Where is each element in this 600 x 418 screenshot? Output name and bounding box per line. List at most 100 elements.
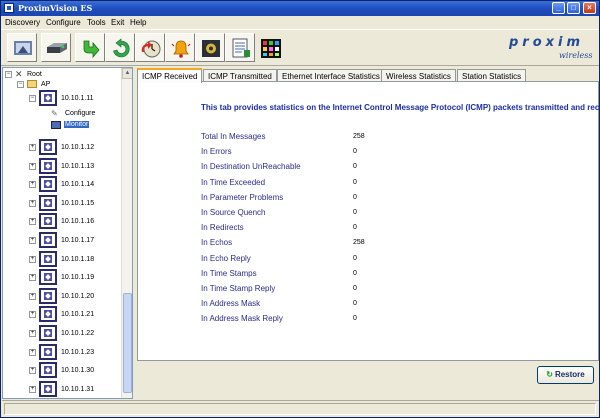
report-icon: [232, 38, 250, 58]
collapse-icon[interactable]: −: [29, 95, 36, 102]
tree-label-device: 10.10.1.12: [61, 144, 95, 151]
expand-icon[interactable]: +: [29, 237, 36, 244]
expand-icon[interactable]: +: [29, 311, 36, 319]
collapse-icon[interactable]: −: [17, 81, 24, 88]
schedule-button[interactable]: [135, 33, 165, 62]
menu-configure[interactable]: Configure: [46, 18, 81, 27]
tree-label-monitor: Monitor: [64, 121, 90, 128]
expand-icon[interactable]: +: [29, 330, 36, 337]
close-icon[interactable]: ×: [583, 2, 596, 14]
restore-label: Restore: [554, 370, 585, 379]
device-icon: [47, 43, 67, 53]
device-tree[interactable]: − ✕ Root − AP − 10.10.1.11 ✎ Configure M…: [2, 67, 133, 399]
expand-icon[interactable]: +: [29, 181, 36, 189]
status-bar: [2, 400, 599, 417]
stat-value: 0: [353, 209, 357, 216]
arrow-icon: [83, 40, 100, 59]
menu-discovery[interactable]: Discovery: [5, 18, 40, 27]
tree-label-device: 10.10.1.17: [61, 237, 95, 244]
scroll-up-icon[interactable]: ▲: [122, 68, 132, 79]
expand-icon[interactable]: +: [29, 385, 36, 393]
menu-exit[interactable]: Exit: [111, 18, 124, 27]
stat-label: Total In Messages: [201, 132, 266, 141]
stat-value: 0: [353, 193, 357, 201]
tree-label-device: 10.10.1.11: [61, 95, 94, 102]
expand-icon[interactable]: +: [29, 144, 36, 151]
minimize-icon[interactable]: _: [552, 2, 565, 14]
stat-label: In Source Quench: [201, 208, 266, 217]
stat-label: In Parameter Problems: [201, 192, 284, 202]
stat-value: 0: [353, 285, 357, 292]
tree-label-device: 10.10.1.13: [61, 162, 95, 170]
main-area: ICMP Received ICMP Transmitted Ethernet In…: [137, 67, 600, 399]
tree-label-device: 10.10.1.15: [61, 199, 95, 207]
tree-label-device: 10.10.1.22: [61, 330, 95, 337]
tree-scrollbar[interactable]: ▲: [121, 68, 132, 398]
stat-label: In Echos: [201, 238, 233, 248]
menu-bar: Discovery Configure Tools Exit Help: [1, 16, 599, 29]
tree-label-device: 10.10.1.30: [61, 367, 95, 375]
tree-label-configure: Configure: [65, 110, 96, 117]
stat-label: In Errors: [201, 147, 232, 157]
tree-label-device: 10.10.1.16: [61, 218, 95, 226]
maximize-icon[interactable]: □: [567, 2, 580, 14]
device-icon: [39, 90, 57, 106]
stat-label: In Time Stamps: [201, 268, 257, 278]
menu-tools[interactable]: Tools: [87, 18, 106, 27]
refresh-icon: [113, 38, 130, 58]
stat-label: In Redirects: [201, 223, 244, 233]
grid-button[interactable]: [255, 33, 285, 62]
device-icon: [39, 176, 57, 193]
restore-button[interactable]: ↻ Restore: [537, 366, 594, 384]
expand-icon[interactable]: +: [29, 292, 36, 300]
stat-value: 0: [353, 224, 357, 232]
stat-label: In Destination UnReachable: [201, 162, 301, 172]
device-icon: [39, 250, 57, 267]
expand-icon[interactable]: +: [29, 218, 36, 226]
tab-strip: ICMP Received ICMP Transmitted Ethernet In…: [137, 68, 599, 83]
device-icon: [39, 362, 57, 379]
expand-icon[interactable]: +: [29, 255, 36, 263]
settings-button[interactable]: [195, 33, 225, 62]
scroll-thumb[interactable]: [123, 293, 132, 393]
alarm-button[interactable]: [165, 33, 195, 62]
tree-label-device: 10.10.1.20: [61, 292, 95, 300]
tree-label-root: Root: [27, 71, 42, 78]
report-button[interactable]: [225, 33, 255, 62]
root-icon: ✕: [15, 69, 23, 79]
stat-value: 0: [353, 315, 357, 323]
discover-icon: [14, 41, 32, 55]
expand-icon[interactable]: +: [29, 348, 36, 356]
stat-value: 0: [353, 300, 357, 308]
device-icon: [39, 325, 57, 341]
monitor-icon: [51, 121, 61, 129]
expand-icon[interactable]: +: [29, 367, 36, 375]
stat-value: 0: [353, 163, 357, 171]
device-icon: [39, 343, 57, 360]
device-icon: [39, 194, 57, 211]
menu-help[interactable]: Help: [130, 18, 146, 27]
collapse-icon[interactable]: −: [5, 71, 12, 78]
device-icon: [39, 232, 57, 248]
app-icon: [4, 3, 14, 13]
grid-icon: [261, 39, 281, 58]
title-bar: ProximVision ES _ □ ×: [1, 1, 599, 16]
settings-icon: [202, 40, 220, 57]
arrow-button[interactable]: [75, 33, 105, 62]
expand-icon[interactable]: +: [29, 162, 36, 170]
refresh-button[interactable]: [105, 33, 135, 62]
proxim-logo: proxim wireless: [509, 35, 595, 63]
discover-button[interactable]: [7, 33, 37, 62]
stat-value: 258: [353, 133, 365, 140]
expand-icon[interactable]: +: [29, 199, 36, 207]
device-button[interactable]: [41, 33, 71, 62]
toolbar: proxim wireless: [1, 29, 599, 66]
tree-label-device: 10.10.1.31: [61, 385, 95, 393]
device-icon: [39, 157, 57, 174]
logo-subtitle: wireless: [559, 51, 593, 60]
expand-icon[interactable]: +: [29, 274, 36, 282]
window-title: ProximVision ES: [18, 3, 93, 13]
tab-icmp-received[interactable]: ICMP Received: [137, 68, 203, 83]
stat-label: In Time Exceeded: [201, 177, 266, 187]
tree-label-device: 10.10.1.14: [61, 181, 95, 189]
